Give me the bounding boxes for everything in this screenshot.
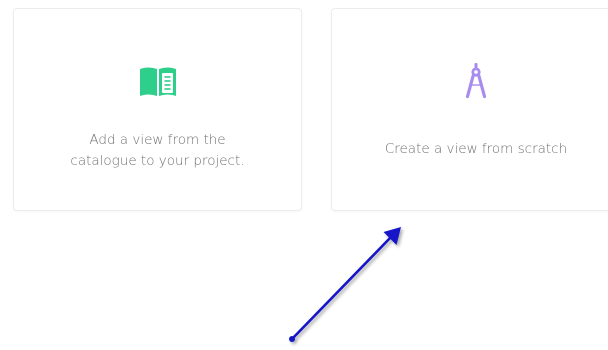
add-from-catalogue-label-line1: Add a view from the [89,132,226,148]
compass-icon [332,61,608,101]
add-from-catalogue-label: Add a view from the catalogue to your pr… [34,130,281,172]
add-from-catalogue-label-line2: catalogue to your project. [70,153,245,169]
create-from-scratch-label: Create a view from scratch [384,141,568,157]
add-from-catalogue-card[interactable]: Add a view from the catalogue to your pr… [13,8,302,211]
create-from-scratch-card[interactable]: Create a view from scratch [331,8,608,211]
open-book-icon [14,61,301,101]
